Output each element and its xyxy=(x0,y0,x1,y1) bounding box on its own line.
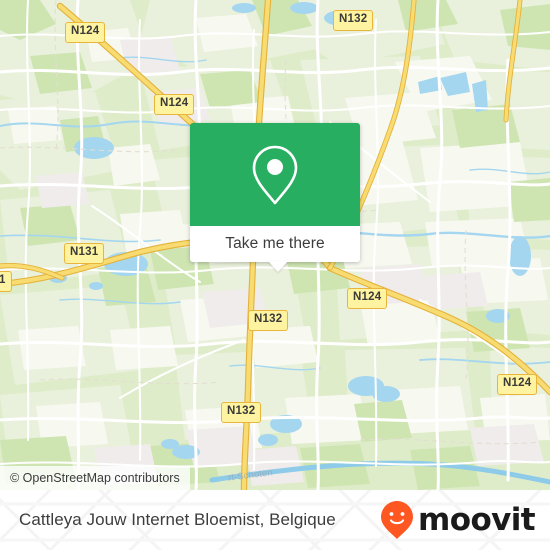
take-me-there-label: Take me there xyxy=(225,235,325,252)
moovit-logo[interactable]: moovit xyxy=(380,490,536,550)
place-title: Cattleya Jouw Internet Bloemist, Belgiqu… xyxy=(19,510,336,529)
popup-image-area xyxy=(190,123,360,226)
moovit-pin-smiley-icon xyxy=(381,501,414,539)
osm-attribution[interactable]: © OpenStreetMap contributors xyxy=(0,466,190,490)
road-shield: N124 xyxy=(347,288,388,309)
moovit-wordmark: moovit xyxy=(418,501,536,538)
popup-pointer xyxy=(268,261,288,272)
road-shield: 1 xyxy=(0,271,12,292)
place-popup-card[interactable]: Take me there xyxy=(190,123,360,272)
road-shield: N124 xyxy=(497,374,538,395)
road-shield: N132 xyxy=(333,10,374,31)
road-shield: N132 xyxy=(221,402,262,423)
take-me-there-button[interactable]: Take me there xyxy=(190,226,360,262)
road-shield: N132 xyxy=(248,310,289,331)
road-shield: N124 xyxy=(65,22,106,43)
road-shield: N131 xyxy=(64,243,105,264)
map-canvas[interactable]: N124 N132 N124 N131 1 N124 N132 N132 N12… xyxy=(0,0,550,490)
road-shield: N124 xyxy=(154,94,195,115)
footer-bar: Cattleya Jouw Internet Bloemist, Belgiqu… xyxy=(0,490,550,550)
map-pin-icon xyxy=(252,145,298,204)
moovit-place-map-screenshot: N124 N132 N124 N131 1 N124 N132 N132 N12… xyxy=(0,0,550,550)
